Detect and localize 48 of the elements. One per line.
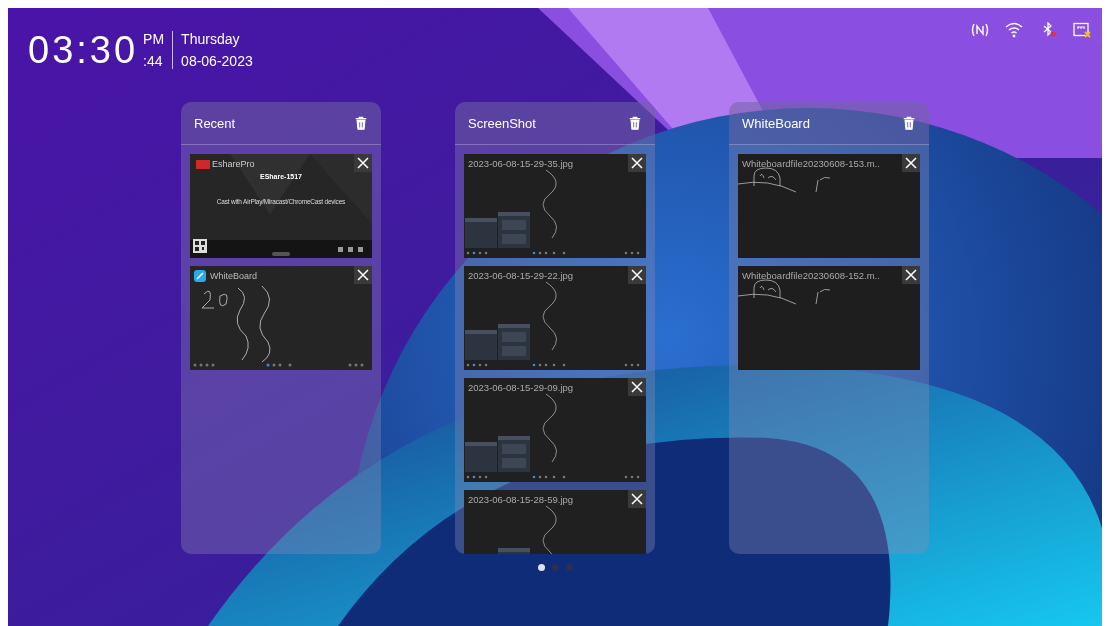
close-icon <box>631 269 643 281</box>
meridiem: PM <box>143 31 165 47</box>
app-name: WhiteBoard <box>210 271 258 281</box>
close-button[interactable] <box>902 266 920 284</box>
trash-icon[interactable] <box>902 116 916 130</box>
thumbnail-card[interactable]: 2023-06-08-15-29-09.jpg <box>464 378 646 482</box>
clock-time: 03:30 <box>28 28 139 72</box>
close-button[interactable] <box>902 154 920 172</box>
trash-icon[interactable] <box>354 116 368 130</box>
file-name: 2023-06-08-15-28-59.jpg <box>468 494 574 505</box>
close-icon <box>357 269 369 281</box>
date: 08-06-2023 <box>181 53 253 69</box>
thumbnail-card[interactable]: Whiteboardfile20230608-153.m.. <box>738 154 920 258</box>
page-dot[interactable] <box>565 564 573 571</box>
close-icon <box>631 381 643 393</box>
panel-title: Recent <box>194 115 236 131</box>
weekday: Thursday <box>181 31 241 47</box>
wifi-icon[interactable] <box>1004 22 1024 38</box>
thumbnail-card[interactable]: 2023-06-08-15-29-22.jpg <box>464 266 646 370</box>
whiteboard-app-icon <box>194 270 206 282</box>
close-button[interactable] <box>628 266 646 284</box>
thumbnail-card[interactable]: 2023-06-08-15-28-59.jpg <box>464 490 646 554</box>
app-name: EsharePro <box>212 159 255 169</box>
close-button[interactable] <box>354 154 372 172</box>
page-dot[interactable] <box>537 564 545 571</box>
file-name: 2023-06-08-15-29-22.jpg <box>468 270 574 281</box>
nfc-icon[interactable] <box>970 22 990 38</box>
thumbnail-card[interactable]: WhiteBoard <box>190 266 372 370</box>
panel-title: ScreenShot <box>468 115 536 131</box>
close-button[interactable] <box>354 266 372 284</box>
trash-icon[interactable] <box>628 116 642 130</box>
close-icon <box>905 269 917 281</box>
thumbnail-card[interactable]: Whiteboardfile20230608-152.m.. <box>738 266 920 370</box>
close-button[interactable] <box>628 490 646 508</box>
page-dot[interactable] <box>551 564 559 571</box>
file-name: 2023-06-08-15-29-09.jpg <box>468 382 574 393</box>
seconds: :44 <box>143 53 164 69</box>
close-icon <box>631 493 643 505</box>
close-icon <box>631 157 643 169</box>
thumbnail-card[interactable]: 2023-06-08-15-29-35.jpg <box>464 154 646 258</box>
file-name: Whiteboardfile20230608-153.m.. <box>742 158 880 169</box>
close-icon <box>357 157 369 169</box>
close-button[interactable] <box>628 154 646 172</box>
close-icon <box>905 157 917 169</box>
file-name: Whiteboardfile20230608-152.m.. <box>742 270 880 281</box>
file-name: 2023-06-08-15-29-35.jpg <box>468 158 574 169</box>
panel-title: WhiteBoard <box>742 115 810 131</box>
close-button[interactable] <box>628 378 646 396</box>
